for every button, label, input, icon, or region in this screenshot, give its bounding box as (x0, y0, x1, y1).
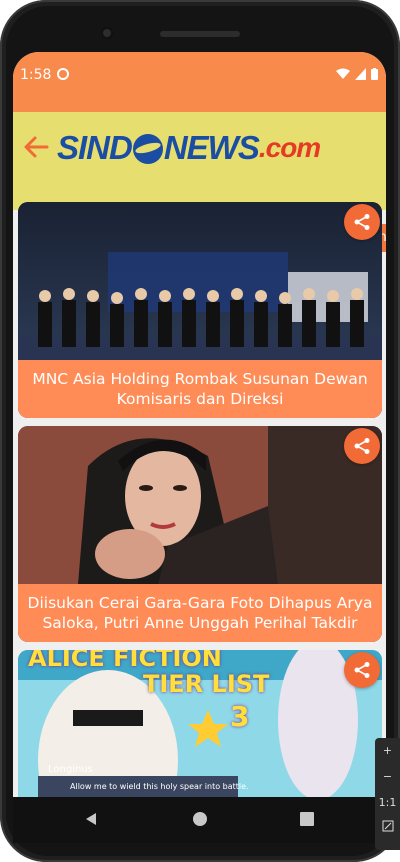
image-caption: Allow me to wield this holy spear into b… (70, 782, 249, 791)
image-subline: TIER LIST (143, 670, 270, 698)
logo-text-news: NEWS (163, 129, 260, 166)
status-icons (336, 68, 378, 80)
share-button[interactable] (344, 652, 380, 688)
share-icon (354, 214, 370, 230)
share-icon (354, 662, 370, 678)
home-circle-icon[interactable] (192, 811, 208, 827)
share-button[interactable] (344, 204, 380, 240)
logo-globe-icon (132, 134, 163, 164)
news-card[interactable]: MNC Asia Holding Rombak Susunan Dewan Ko… (18, 202, 382, 418)
notification-icon (57, 68, 69, 80)
zoom-in-button[interactable]: + (375, 738, 400, 764)
signal-icon (355, 68, 366, 80)
status-time: 1:58 (20, 67, 52, 83)
battery-icon (371, 68, 378, 80)
status-bar: 1:58 (13, 52, 386, 112)
news-card[interactable]: ALICE FICTION TIER LIST 3 Longinus Allow… (18, 650, 382, 797)
front-camera (100, 26, 114, 40)
sindonews-logo: SIND NEWS .com (57, 128, 321, 168)
share-icon (354, 438, 370, 454)
article-title: MNC Asia Holding Rombak Susunan Dewan Ko… (18, 360, 382, 418)
logo-text-com: .com (258, 132, 321, 163)
app-header: SIND NEWS .com terbaru nasional metro ek… (13, 112, 386, 252)
ratio-button[interactable]: 1:1 (375, 790, 400, 816)
back-arrow-icon[interactable] (21, 132, 51, 162)
article-image-group-photo (18, 202, 382, 360)
resize-icon (382, 820, 393, 832)
share-button[interactable] (344, 428, 380, 464)
logo-text-sind: SIND (57, 129, 133, 166)
image-number: 3 (230, 700, 250, 733)
system-nav-bar (13, 797, 386, 843)
screenshot-button[interactable] (375, 816, 400, 842)
app-screen: 1:58 SIND NEWS .com terbaru nasional met… (13, 52, 386, 797)
article-title: Diisukan Cerai Gara-Gara Foto Dihapus Ar… (18, 584, 382, 642)
recents-square-icon[interactable] (299, 811, 315, 827)
image-headline: ALICE FICTION (28, 650, 222, 672)
wifi-icon (336, 68, 350, 79)
emulator-side-controls: + − 1:1 (375, 738, 400, 850)
zoom-out-button[interactable]: − (375, 764, 400, 790)
earpiece-speaker (160, 31, 240, 37)
article-image-portrait (18, 426, 382, 584)
back-triangle-icon[interactable] (83, 811, 99, 827)
image-character-name: Longinus (48, 764, 93, 775)
news-card[interactable]: Diisukan Cerai Gara-Gara Foto Dihapus Ar… (18, 426, 382, 642)
